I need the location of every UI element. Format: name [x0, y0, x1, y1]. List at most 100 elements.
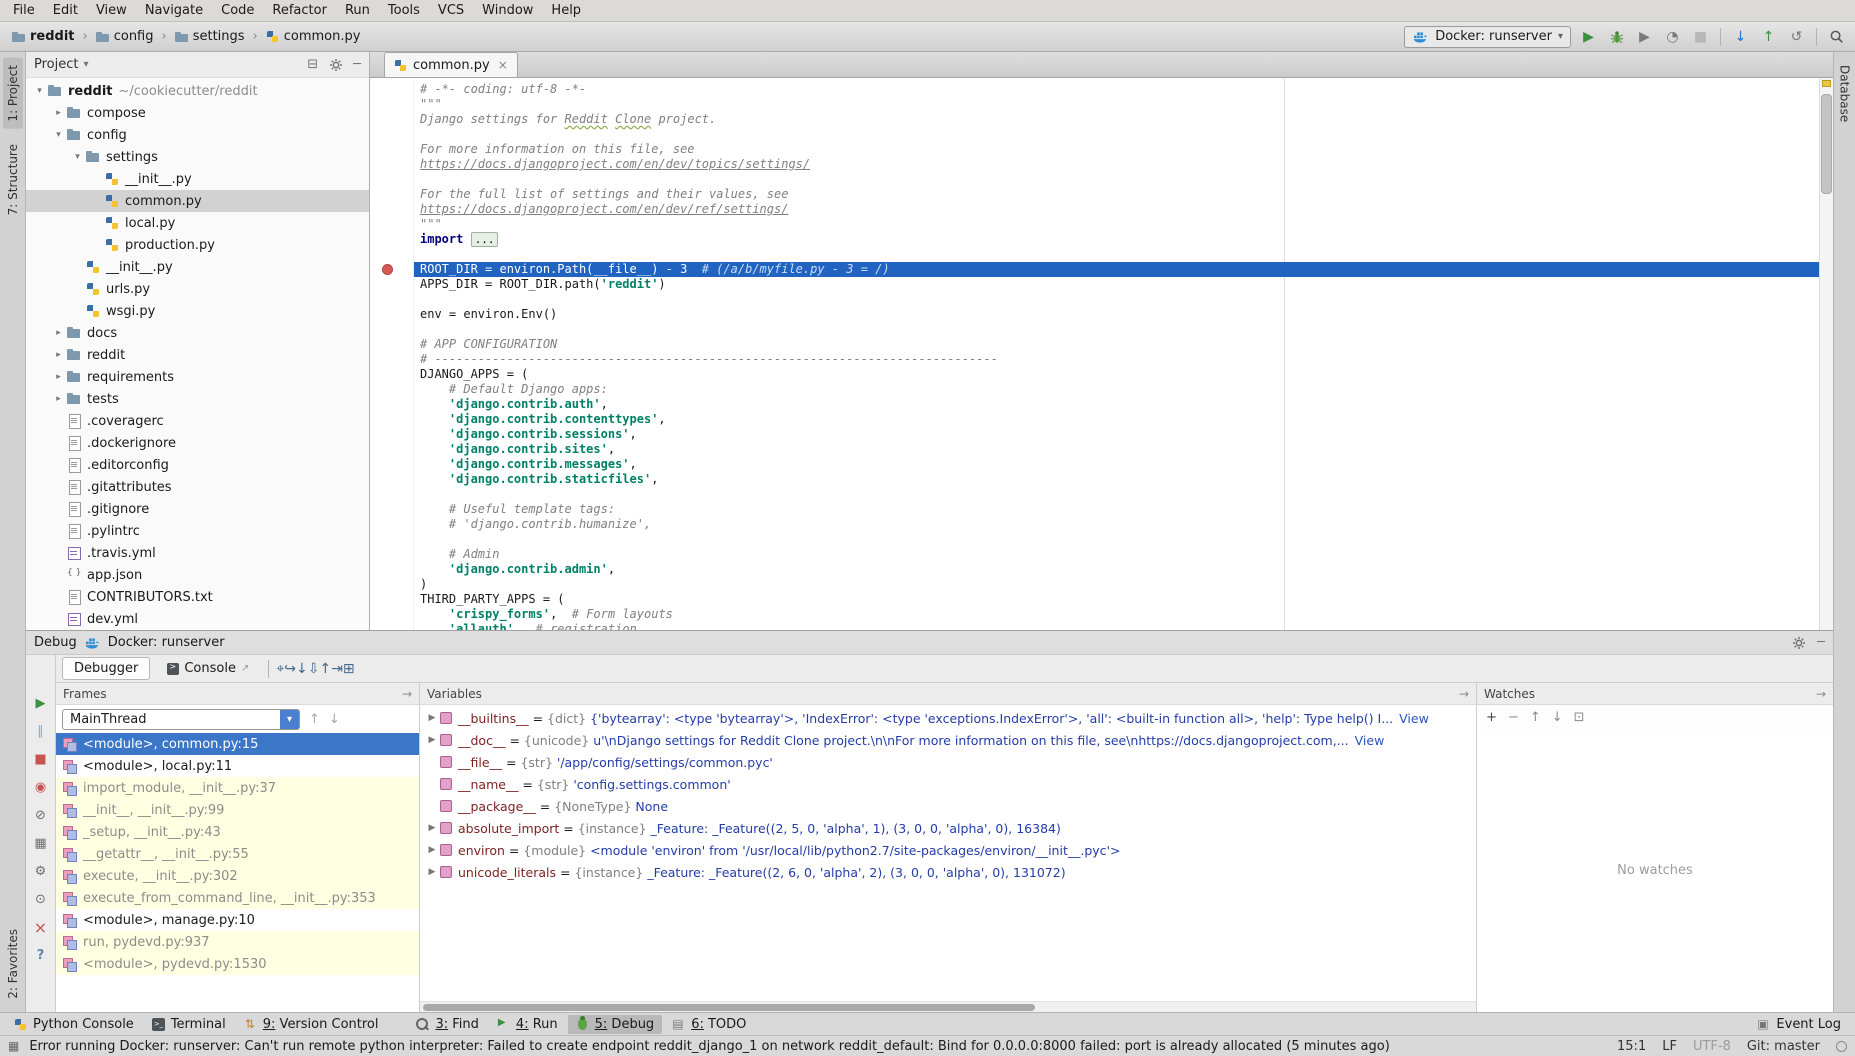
- toolwindow-button-4-run[interactable]: 4: Run: [489, 1015, 566, 1034]
- breadcrumb-item-settings[interactable]: settings: [171, 27, 249, 46]
- stripe-project[interactable]: 1: Project: [3, 58, 23, 129]
- tree-item-urls-py[interactable]: urls.py: [26, 278, 369, 300]
- tree-item-local-py[interactable]: local.py: [26, 212, 369, 234]
- run-to-cursor-button[interactable]: ⇥: [331, 661, 343, 677]
- tree-item-editorconfig[interactable]: .editorconfig: [26, 454, 369, 476]
- view-link[interactable]: View: [1355, 733, 1385, 748]
- stripe-structure[interactable]: 7: Structure: [3, 137, 23, 222]
- menu-navigate[interactable]: Navigate: [136, 0, 212, 21]
- variable-row-environ[interactable]: ▶environ = {module} <module 'environ' fr…: [420, 839, 1476, 861]
- hide-toolwindow-icon[interactable]: ─: [1817, 635, 1825, 650]
- thread-selector[interactable]: MainThread ▾: [62, 709, 300, 730]
- tree-item-gitattributes[interactable]: .gitattributes: [26, 476, 369, 498]
- frame-row[interactable]: <module>, manage.py:10: [56, 909, 419, 931]
- tree-item-travis-yml[interactable]: .travis.yml: [26, 542, 369, 564]
- tree-chevron-icon[interactable]: ▾: [51, 130, 66, 140]
- move-watch-down-button[interactable]: ↓: [1552, 710, 1563, 725]
- horizontal-scrollbar[interactable]: [420, 1001, 1476, 1012]
- menu-run[interactable]: Run: [336, 0, 379, 21]
- tree-chevron-icon[interactable]: ▸: [51, 350, 66, 360]
- status-message[interactable]: Error running Docker: runserver: Can't r…: [29, 1039, 1607, 1054]
- help-button[interactable]: ?: [31, 945, 51, 965]
- run-config-selector[interactable]: Docker: runserver ▾: [1404, 26, 1571, 48]
- tree-item-requirements[interactable]: ▸requirements: [26, 366, 369, 388]
- stripe-database[interactable]: Database: [1835, 58, 1855, 129]
- previous-frame-button[interactable]: ↑: [309, 712, 320, 727]
- settings-gear-icon[interactable]: [327, 57, 344, 73]
- caret-position[interactable]: 15:1: [1617, 1039, 1646, 1054]
- add-watch-button[interactable]: +: [1486, 710, 1497, 725]
- stop-button[interactable]: ■: [1690, 26, 1711, 47]
- variable-row-package[interactable]: __package__ = {NoneType} None: [420, 795, 1476, 817]
- file-encoding[interactable]: UTF-8: [1693, 1039, 1731, 1054]
- tree-item-docs[interactable]: ▸docs: [26, 322, 369, 344]
- frame-row[interactable]: import_module, __init__.py:37: [56, 777, 419, 799]
- toolwindow-button-python-console[interactable]: Python Console: [6, 1015, 142, 1034]
- profiler-button[interactable]: ◔: [1662, 26, 1683, 47]
- frame-row[interactable]: <module>, common.py:15: [56, 733, 419, 755]
- next-frame-button[interactable]: ↓: [329, 712, 340, 727]
- stop-button[interactable]: ■: [31, 749, 51, 769]
- tree-item-settings[interactable]: ▾settings: [26, 146, 369, 168]
- close-icon[interactable]: ×: [498, 58, 508, 72]
- menu-view[interactable]: View: [87, 0, 136, 21]
- history-button[interactable]: ↺: [1786, 26, 1807, 47]
- variable-row-absolute-import[interactable]: ▶absolute_import = {instance} _Feature: …: [420, 817, 1476, 839]
- search-everywhere-button[interactable]: [1826, 26, 1847, 47]
- inspections-indicator-icon[interactable]: [1822, 80, 1831, 87]
- step-out-button[interactable]: ↑: [319, 661, 331, 677]
- duplicate-watch-button[interactable]: ⊡: [1574, 710, 1585, 725]
- tree-chevron-icon[interactable]: ▾: [70, 152, 85, 162]
- toolwindow-button-5-debug[interactable]: 5: Debug: [568, 1015, 663, 1034]
- line-separator[interactable]: LF: [1662, 1039, 1677, 1054]
- tree-item-app-json[interactable]: app.json: [26, 564, 369, 586]
- frame-row[interactable]: __getattr__, __init__.py:55: [56, 843, 419, 865]
- frame-row[interactable]: execute, __init__.py:302: [56, 865, 419, 887]
- step-into-button[interactable]: ↓: [296, 661, 308, 677]
- project-panel-title[interactable]: Project: [34, 57, 78, 72]
- git-branch[interactable]: Git: master: [1747, 1039, 1820, 1054]
- settings-button[interactable]: ⚙: [31, 861, 51, 881]
- expand-arrow-icon[interactable]: ▶: [424, 867, 440, 877]
- run-button[interactable]: ▶: [1578, 26, 1599, 47]
- frame-row[interactable]: run, pydevd.py:937: [56, 931, 419, 953]
- expand-arrow-icon[interactable]: ▶: [424, 735, 440, 745]
- menu-code[interactable]: Code: [212, 0, 263, 21]
- expand-arrow-icon[interactable]: ▶: [424, 823, 440, 833]
- tree-item-compose[interactable]: ▸compose: [26, 102, 369, 124]
- menu-file[interactable]: File: [4, 0, 44, 21]
- breadcrumb-item-config[interactable]: config: [92, 27, 158, 46]
- tree-chevron-icon[interactable]: ▸: [51, 328, 66, 338]
- tree-item-production-py[interactable]: production.py: [26, 234, 369, 256]
- tab-console[interactable]: Console ↗: [155, 657, 261, 680]
- tree-item-gitignore[interactable]: .gitignore: [26, 498, 369, 520]
- tab-debugger[interactable]: Debugger: [62, 657, 150, 680]
- tree-item-pylintrc[interactable]: .pylintrc: [26, 520, 369, 542]
- variable-row-file[interactable]: __file__ = {str} '/app/config/settings/c…: [420, 751, 1476, 773]
- tree-item-tests[interactable]: ▸tests: [26, 388, 369, 410]
- frame-row[interactable]: execute_from_command_line, __init__.py:3…: [56, 887, 419, 909]
- frame-row[interactable]: __init__, __init__.py:99: [56, 799, 419, 821]
- vcs-update-button[interactable]: ↓: [1730, 26, 1751, 47]
- pause-button[interactable]: ∥: [31, 721, 51, 741]
- variable-row-doc[interactable]: ▶__doc__ = {unicode} u'\nDjango settings…: [420, 729, 1476, 751]
- editor-error-stripe[interactable]: [1819, 78, 1833, 630]
- vcs-commit-button[interactable]: ↑: [1758, 26, 1779, 47]
- panel-menu-icon[interactable]: →: [1816, 687, 1826, 701]
- tree-item-contributors-txt[interactable]: CONTRIBUTORS.txt: [26, 586, 369, 608]
- variable-row-name[interactable]: __name__ = {str} 'config.settings.common…: [420, 773, 1476, 795]
- menu-tools[interactable]: Tools: [379, 0, 429, 21]
- frame-row[interactable]: _setup, __init__.py:43: [56, 821, 419, 843]
- toolwindow-button-6-todo[interactable]: 6: TODO: [664, 1015, 754, 1034]
- tree-item-reddit[interactable]: ▾reddit~/cookiecutter/reddit: [26, 80, 369, 102]
- step-into-my-code-button[interactable]: ⇩: [308, 661, 320, 677]
- step-over-button[interactable]: ↪: [284, 661, 296, 677]
- tree-item-dockerignore[interactable]: .dockerignore: [26, 432, 369, 454]
- tree-item-init-py[interactable]: __init__.py: [26, 168, 369, 190]
- toolwindow-button-3-find[interactable]: 3: Find: [408, 1015, 486, 1034]
- frame-row[interactable]: <module>, local.py:11: [56, 755, 419, 777]
- menu-vcs[interactable]: VCS: [429, 0, 473, 21]
- expand-arrow-icon[interactable]: ▶: [424, 845, 440, 855]
- tree-item-common-py[interactable]: common.py: [26, 190, 369, 212]
- menu-edit[interactable]: Edit: [44, 0, 87, 21]
